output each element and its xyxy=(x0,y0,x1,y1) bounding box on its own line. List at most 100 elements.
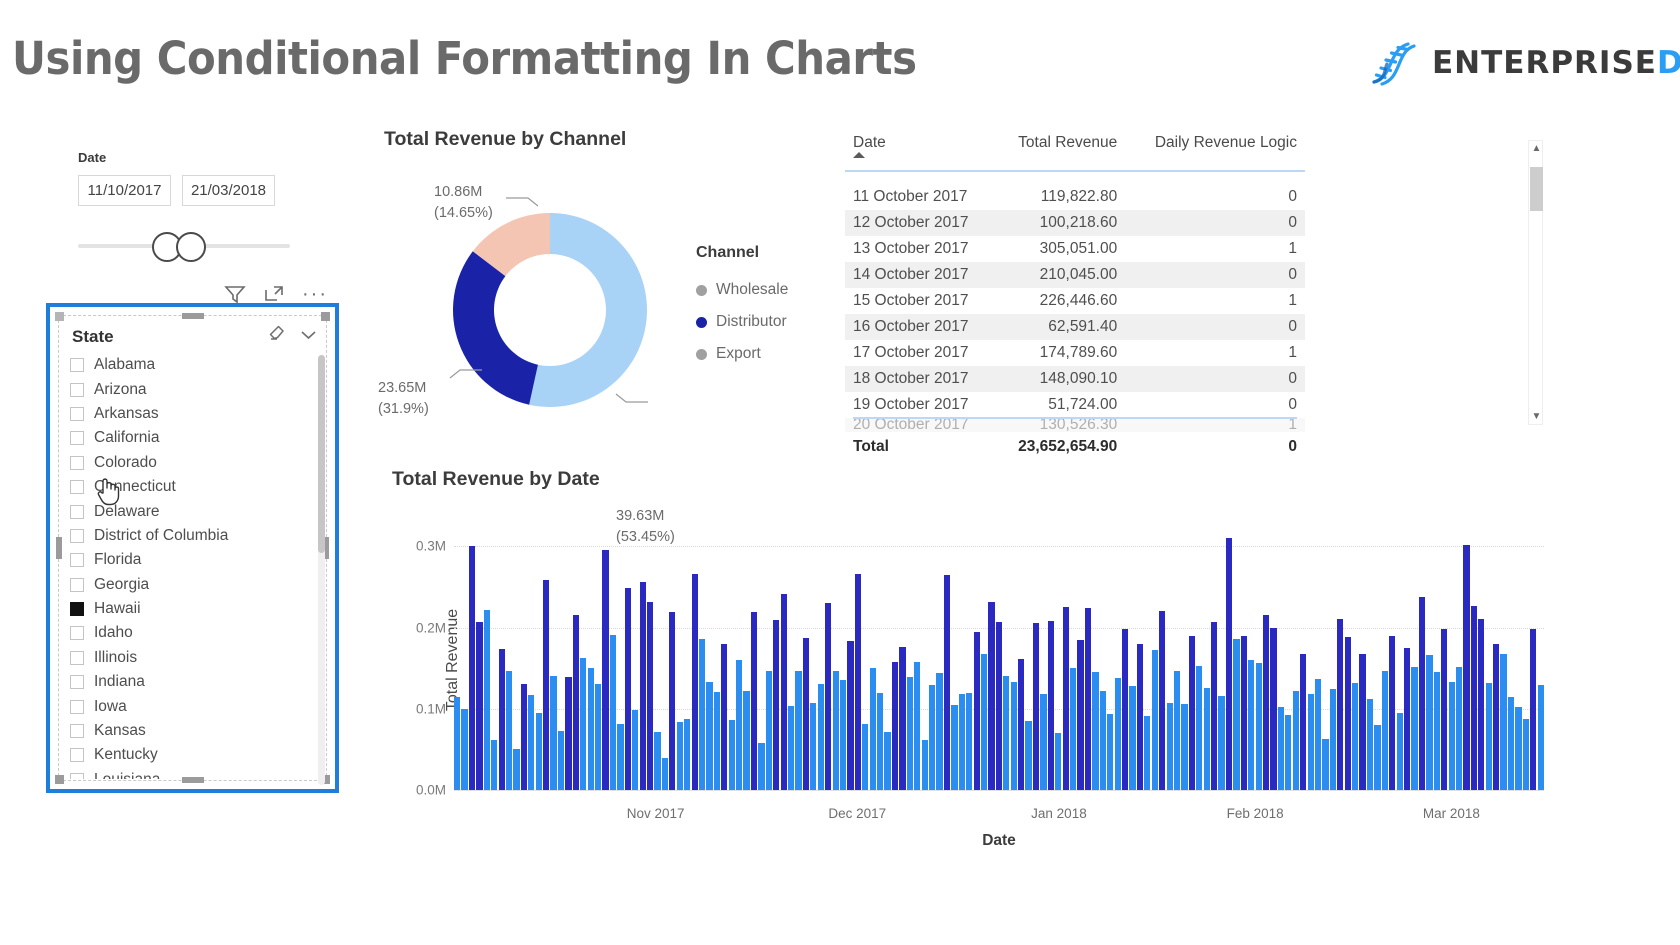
bar[interactable] xyxy=(906,677,913,790)
bar[interactable] xyxy=(498,649,505,790)
bar[interactable] xyxy=(921,739,928,790)
bar[interactable] xyxy=(505,670,513,790)
bar[interactable] xyxy=(676,721,683,790)
bar[interactable] xyxy=(1329,689,1337,790)
slider-handle-end[interactable] xyxy=(176,232,206,262)
bar[interactable] xyxy=(691,573,698,790)
resize-handle-bottom-left[interactable] xyxy=(55,775,64,784)
state-checkbox[interactable] xyxy=(70,406,84,421)
bar[interactable] xyxy=(1262,614,1270,790)
state-slicer-item[interactable]: Kentucky xyxy=(70,743,309,767)
bar[interactable] xyxy=(862,724,869,790)
bar[interactable] xyxy=(1003,676,1010,790)
bar[interactable] xyxy=(535,712,542,790)
bar[interactable] xyxy=(1530,629,1537,790)
bar[interactable] xyxy=(1344,637,1351,790)
state-checkbox[interactable] xyxy=(70,455,84,470)
bar[interactable] xyxy=(758,742,765,790)
bar[interactable] xyxy=(1077,639,1084,790)
eraser-clear-selections-icon[interactable] xyxy=(268,325,288,348)
table-row[interactable]: 11 October 2017 119,822.80 0 xyxy=(845,184,1305,210)
bar[interactable] xyxy=(884,732,891,790)
state-slicer-item[interactable]: Colorado xyxy=(70,451,309,475)
state-checkbox[interactable] xyxy=(70,382,84,397)
bar[interactable] xyxy=(468,546,476,790)
table-row[interactable]: 12 October 2017 100,218.60 0 xyxy=(845,209,1305,236)
bar[interactable] xyxy=(1166,703,1173,790)
state-checkbox[interactable] xyxy=(70,602,84,617)
state-slicer-item[interactable]: Hawaii xyxy=(70,597,309,621)
bar[interactable] xyxy=(1233,638,1240,790)
bar[interactable] xyxy=(1285,715,1292,790)
sort-ascending-icon[interactable] xyxy=(853,152,865,158)
bar[interactable] xyxy=(1470,606,1478,790)
bar[interactable] xyxy=(639,582,646,790)
bar[interactable] xyxy=(595,684,602,790)
state-checkbox[interactable] xyxy=(70,724,84,739)
bar[interactable] xyxy=(743,690,750,790)
table-row[interactable]: 13 October 2017 305,051.00 1 xyxy=(845,236,1305,262)
bar[interactable] xyxy=(1070,668,1077,790)
bar[interactable] xyxy=(847,640,854,790)
bar[interactable] xyxy=(1159,611,1166,790)
legend-item[interactable]: Export xyxy=(696,338,826,370)
bar[interactable] xyxy=(1099,690,1106,790)
bar[interactable] xyxy=(1248,660,1255,790)
bar[interactable] xyxy=(1203,687,1210,790)
bar[interactable] xyxy=(929,685,936,790)
resize-handle-top-center[interactable] xyxy=(181,313,204,319)
state-checkbox[interactable] xyxy=(70,431,84,446)
bar-chart-plot[interactable]: Total Revenue 0.0M 0.1M 0.2M 0.3M Nov 2017 D… xyxy=(416,530,1544,849)
state-checkbox[interactable] xyxy=(70,699,84,714)
bar[interactable] xyxy=(1463,545,1470,790)
bar[interactable] xyxy=(825,603,832,790)
bar[interactable] xyxy=(520,684,528,790)
bar[interactable] xyxy=(654,732,661,790)
bar[interactable] xyxy=(966,692,973,790)
table-row[interactable]: 16 October 2017 62,591.40 0 xyxy=(845,313,1305,340)
table-scrollbar-thumb[interactable] xyxy=(1530,167,1543,211)
bar[interactable] xyxy=(1151,650,1158,790)
bar[interactable] xyxy=(1188,636,1195,790)
state-checkbox[interactable] xyxy=(70,626,84,641)
bar[interactable] xyxy=(802,638,810,790)
bar[interactable] xyxy=(550,676,557,790)
bar[interactable] xyxy=(750,612,758,790)
bar[interactable] xyxy=(1426,655,1433,790)
bar[interactable] xyxy=(1032,622,1040,790)
bar-series[interactable] xyxy=(454,530,1544,790)
bar[interactable] xyxy=(1374,725,1381,790)
bar[interactable] xyxy=(869,668,876,790)
bar[interactable] xyxy=(632,709,639,790)
bar[interactable] xyxy=(1381,670,1388,790)
bar[interactable] xyxy=(721,643,728,790)
column-header-daily-revenue-logic[interactable]: Daily Revenue Logic xyxy=(1125,130,1305,158)
bar[interactable] xyxy=(1448,681,1455,790)
table-row[interactable]: 15 October 2017 226,446.60 1 xyxy=(845,288,1305,314)
bar[interactable] xyxy=(1240,635,1247,790)
table-row[interactable]: 18 October 2017 148,090.10 0 xyxy=(845,365,1305,392)
bar[interactable] xyxy=(1114,677,1121,790)
bar[interactable] xyxy=(491,739,498,790)
bar[interactable] xyxy=(624,587,631,790)
state-checkbox[interactable] xyxy=(70,528,84,543)
bar[interactable] xyxy=(1270,627,1277,790)
bar[interactable] xyxy=(1433,672,1440,790)
bar[interactable] xyxy=(1478,619,1485,790)
state-slicer-scrollbar[interactable] xyxy=(318,355,325,785)
bar[interactable] xyxy=(936,673,943,790)
bar[interactable] xyxy=(1211,621,1218,790)
bar[interactable] xyxy=(698,638,706,790)
state-checkbox[interactable] xyxy=(70,480,84,495)
bar[interactable] xyxy=(580,657,587,790)
bar[interactable] xyxy=(817,684,824,790)
bar[interactable] xyxy=(839,680,847,790)
bar[interactable] xyxy=(1107,713,1114,790)
bar[interactable] xyxy=(1507,696,1515,790)
state-slicer-item[interactable]: California xyxy=(70,426,309,450)
bar[interactable] xyxy=(1173,670,1181,790)
bar[interactable] xyxy=(1129,686,1136,790)
bar[interactable] xyxy=(765,671,772,790)
bar[interactable] xyxy=(713,691,720,790)
bar[interactable] xyxy=(1389,635,1396,790)
